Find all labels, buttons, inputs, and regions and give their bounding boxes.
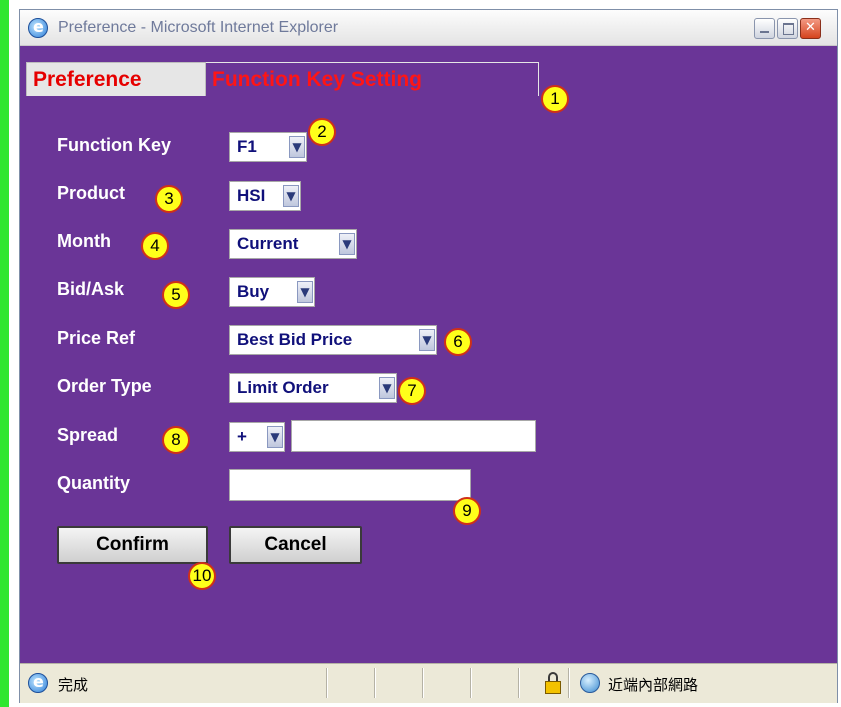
annotation-marker-1: 1 [541,85,569,113]
annotation-marker-4: 4 [141,232,169,260]
month-label: Month [57,231,111,251]
confirm-button[interactable]: Confirm [57,526,208,564]
annotation-marker-10: 10 [188,562,216,590]
chevron-down-icon[interactable]: ▼ [289,136,305,158]
function-key-select[interactable]: F1 ▼ [229,132,307,162]
tab-preference[interactable]: Preference [26,62,206,96]
bid-ask-label: Bid/Ask [57,279,125,299]
annotation-marker-3: 3 [155,185,183,213]
status-divider [518,668,520,698]
chevron-down-icon[interactable]: ▼ [297,281,313,303]
quantity-label: Quantity [57,473,131,493]
cancel-button[interactable]: Cancel [229,526,362,564]
status-bar: 完成 近端內部網路 [20,663,837,703]
spread-input[interactable] [291,420,536,452]
order-type-value: Limit Order [237,378,329,397]
annotation-marker-8: 8 [162,426,190,454]
bid-ask-select[interactable]: Buy ▼ [229,277,315,307]
status-text: 完成 [58,677,89,694]
annotation-marker-6: 6 [444,328,472,356]
intranet-zone-icon [580,673,600,693]
order-type-select[interactable]: Limit Order ▼ [229,373,397,403]
function-key-label: Function Key [57,135,172,155]
maximize-button[interactable] [777,18,798,39]
status-divider [470,668,472,698]
month-value: Current [237,234,299,253]
annotation-marker-2: 2 [308,118,336,146]
chevron-down-icon[interactable]: ▼ [267,426,283,448]
status-divider [422,668,424,698]
status-divider [326,668,328,698]
price-ref-value: Best Bid Price [237,330,353,349]
window-title: Preference - Microsoft Internet Explorer [58,19,339,36]
spread-sign-select[interactable]: + ▼ [229,422,285,452]
ie-icon [28,17,48,38]
title-bar: Preference - Microsoft Internet Explorer [20,10,837,46]
price-ref-select[interactable]: Best Bid Price ▼ [229,325,437,355]
annotation-marker-5: 5 [162,281,190,309]
annotation-marker-9: 9 [453,497,481,525]
page-content: Preference Function Key Setting 1 Functi… [20,46,837,663]
product-label: Product [57,183,126,203]
spread-sign-value: + [237,427,247,446]
bid-ask-value: Buy [237,282,270,301]
quantity-input[interactable] [229,469,471,501]
product-value: HSI [237,186,266,205]
lock-icon [545,672,561,694]
status-divider [374,668,376,698]
minimize-button[interactable] [754,18,775,39]
price-ref-label: Price Ref [57,328,136,348]
order-type-label: Order Type [57,376,152,396]
status-divider [568,668,570,698]
function-key-value: F1 [237,137,257,156]
chevron-down-icon[interactable]: ▼ [283,185,299,207]
page-ie-icon [28,672,48,693]
tab-function-key-setting[interactable]: Function Key Setting [206,62,539,96]
close-button[interactable] [800,18,821,39]
chevron-down-icon[interactable]: ▼ [339,233,355,255]
spread-label: Spread [57,425,119,445]
chevron-down-icon[interactable]: ▼ [419,329,435,351]
annotation-marker-7: 7 [398,377,426,405]
product-select[interactable]: HSI ▼ [229,181,301,211]
chevron-down-icon[interactable]: ▼ [379,377,395,399]
left-green-bar [0,0,9,707]
month-select[interactable]: Current ▼ [229,229,357,259]
security-zone-text: 近端內部網路 [608,677,699,694]
browser-window: Preference - Microsoft Internet Explorer… [19,9,838,703]
